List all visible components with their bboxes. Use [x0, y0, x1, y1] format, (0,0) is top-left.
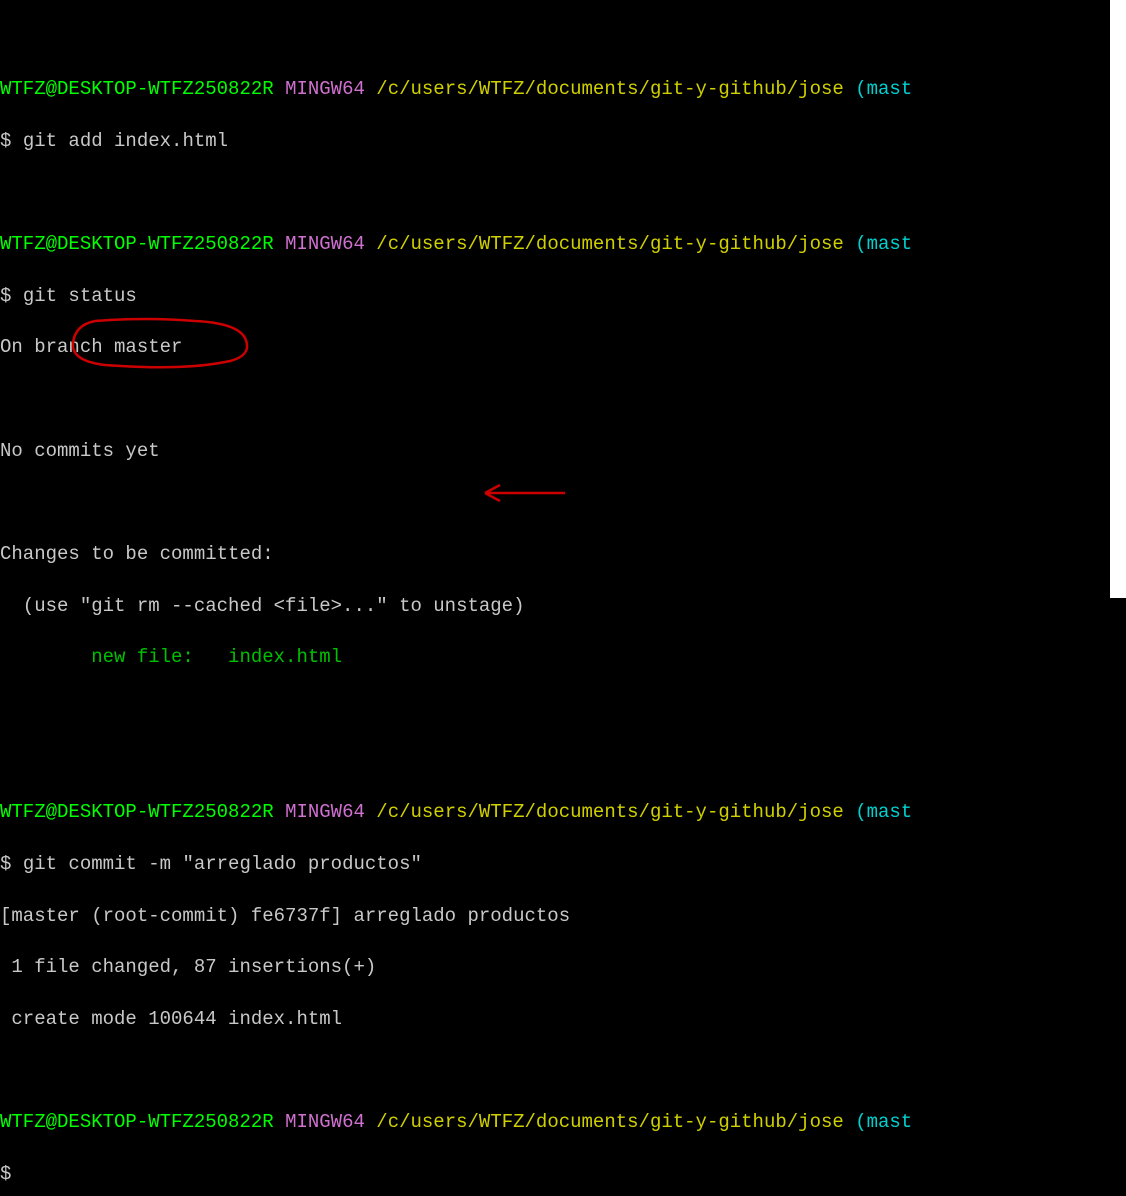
output-commit-result: [master (root-commit) fe6737f] arreglado… — [0, 904, 1110, 930]
user-host: WTFZ@DESKTOP-WTFZ250822R — [0, 233, 274, 255]
command-line-empty: $ — [0, 1162, 1110, 1188]
env-label: MINGW64 — [285, 78, 365, 100]
blank-line — [0, 181, 1110, 207]
cwd-path: /c/users/WTFZ/documents/git-y-github/jos… — [376, 233, 843, 255]
branch-label: (mast — [855, 233, 912, 255]
env-label: MINGW64 — [285, 1111, 365, 1133]
branch-label: (mast — [855, 78, 912, 100]
output-no-commits: No commits yet — [0, 439, 1110, 465]
output-changes-header: Changes to be committed: — [0, 542, 1110, 568]
dollar-prompt: $ — [0, 285, 11, 307]
new-file-label: new file: — [0, 646, 228, 668]
dollar-prompt: $ — [0, 130, 11, 152]
blank-line — [0, 1058, 1110, 1084]
output-on-branch: On branch master — [0, 335, 1110, 361]
command-line-add: $ git add index.html — [0, 129, 1110, 155]
branch-label: (mast — [855, 1111, 912, 1133]
blank-line — [0, 490, 1110, 516]
user-host: WTFZ@DESKTOP-WTFZ250822R — [0, 78, 274, 100]
dollar-prompt: $ — [0, 1163, 11, 1185]
cmd-status: git status — [23, 285, 137, 307]
command-line-commit: $ git commit -m "arreglado productos" — [0, 852, 1110, 878]
output-commit-stats: 1 file changed, 87 insertions(+) — [0, 955, 1110, 981]
env-label: MINGW64 — [285, 801, 365, 823]
cwd-path: /c/users/WTFZ/documents/git-y-github/jos… — [376, 801, 843, 823]
new-file-name: index.html — [228, 646, 342, 668]
cmd-add: git add index.html — [23, 130, 228, 152]
terminal-output[interactable]: WTFZ@DESKTOP-WTFZ250822R MINGW64 /c/user… — [0, 0, 1110, 1196]
output-new-file: new file: index.html — [0, 645, 1110, 671]
prompt-line-4: WTFZ@DESKTOP-WTFZ250822R MINGW64 /c/user… — [0, 1110, 1110, 1136]
output-commit-create: create mode 100644 index.html — [0, 1007, 1110, 1033]
command-line-status: $ git status — [0, 284, 1110, 310]
user-host: WTFZ@DESKTOP-WTFZ250822R — [0, 801, 274, 823]
env-label: MINGW64 — [285, 233, 365, 255]
cmd-commit: git commit -m "arreglado productos" — [23, 853, 422, 875]
prompt-line-2: WTFZ@DESKTOP-WTFZ250822R MINGW64 /c/user… — [0, 232, 1110, 258]
prompt-line-3: WTFZ@DESKTOP-WTFZ250822R MINGW64 /c/user… — [0, 800, 1110, 826]
dollar-prompt: $ — [0, 853, 11, 875]
cwd-path: /c/users/WTFZ/documents/git-y-github/jos… — [376, 78, 843, 100]
branch-label: (mast — [855, 801, 912, 823]
blank-line — [0, 26, 1110, 52]
blank-line — [0, 387, 1110, 413]
user-host: WTFZ@DESKTOP-WTFZ250822R — [0, 1111, 274, 1133]
blank-line — [0, 749, 1110, 775]
cwd-path: /c/users/WTFZ/documents/git-y-github/jos… — [376, 1111, 843, 1133]
prompt-line-1: WTFZ@DESKTOP-WTFZ250822R MINGW64 /c/user… — [0, 77, 1110, 103]
blank-line — [0, 697, 1110, 723]
